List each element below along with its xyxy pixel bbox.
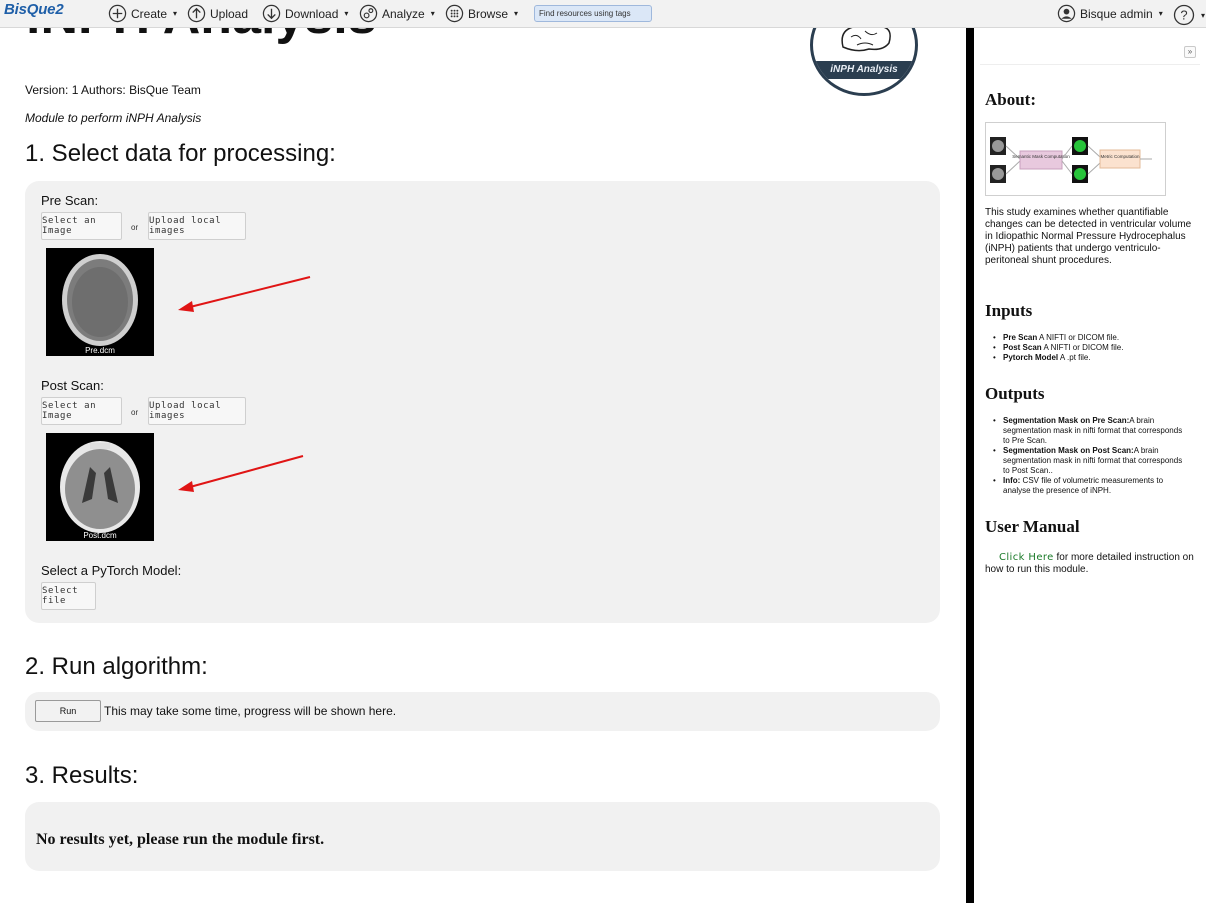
diagram-box2-label: Metric Computation <box>1100 154 1140 159</box>
output-name: Segmentation Mask on Pre Scan: <box>1003 416 1130 425</box>
input-desc: A .pt file. <box>1058 353 1091 362</box>
chevron-down-icon: ▾ <box>1201 10 1206 20</box>
user-menu[interactable]: Bisque admin ▾ <box>1057 4 1163 23</box>
help-glyph: ? <box>1180 8 1187 23</box>
module-meta: Version: 1 Authors: BisQue Team <box>25 83 201 97</box>
pre-or-label: or <box>131 223 139 232</box>
pre-scan-label: Pre Scan: <box>41 193 99 208</box>
upload-menu[interactable]: Upload <box>187 4 248 23</box>
create-menu-label: Create <box>131 6 168 21</box>
post-scan-thumbnail[interactable]: Post.dcm <box>46 433 154 541</box>
outputs-list: Segmentation Mask on Pre Scan:A brain se… <box>991 416 1191 496</box>
about-heading: About: <box>985 90 1037 109</box>
user-menu-label: Bisque admin <box>1080 6 1153 21</box>
post-scan-image <box>60 441 140 533</box>
workflow-diagram: Semantic Mask Computation Metric Computa… <box>985 122 1166 196</box>
pre-scan-arrow <box>178 276 311 312</box>
inputs-list: Pre Scan A NIFTI or DICOM file. Post Sca… <box>991 333 1191 363</box>
select-file-button[interactable]: Select file <box>41 582 96 610</box>
module-main: iNPH Analysis iNPH Analysis Version: 1 A… <box>0 0 966 903</box>
section-results-title: 3. Results: <box>25 762 139 789</box>
pytorch-model-label: Select a PyTorch Model: <box>41 563 182 578</box>
browse-menu[interactable]: Browse ▾ <box>445 4 518 23</box>
run-progress-note: This may take some time, progress will b… <box>104 704 397 718</box>
chevron-down-icon: ▾ <box>344 9 349 18</box>
plus-circle-icon <box>108 4 127 23</box>
upload-icon <box>187 4 206 23</box>
output-desc: CSV file of volumetric measurements to a… <box>1003 476 1164 495</box>
chevron-down-icon: ▾ <box>1158 9 1163 18</box>
analyze-menu-label: Analyze <box>382 6 425 21</box>
help-menu[interactable]: ? ▾ <box>1173 4 1205 26</box>
about-text: This study examines whether quantifiable… <box>985 207 1192 266</box>
download-menu[interactable]: Download ▾ <box>262 4 348 23</box>
create-menu[interactable]: Create ▾ <box>108 4 177 23</box>
logo-caption: iNPH Analysis <box>813 61 915 79</box>
user-manual-heading: User Manual <box>985 517 1080 536</box>
input-item-pytorch-model: Pytorch Model A .pt file. <box>991 353 1191 363</box>
outputs-heading: Outputs <box>985 384 1045 403</box>
diagram-box1-label: Semantic Mask Computation <box>1012 154 1070 159</box>
section-select-data-title: 1. Select data for processing: <box>25 140 336 167</box>
section-run-title: 2. Run algorithm: <box>25 653 208 680</box>
workflow-diagram-graphic: Semantic Mask Computation Metric Computa… <box>990 137 1152 183</box>
panel-divider[interactable] <box>966 28 974 903</box>
select-data-panel: Pre Scan: Select an Image or Upload loca… <box>25 181 940 623</box>
pre-select-image-button[interactable]: Select an Image <box>41 212 122 240</box>
grid-icon <box>445 4 464 23</box>
manual-link[interactable]: Click Here <box>999 552 1054 563</box>
chevron-down-icon: ▾ <box>173 9 178 18</box>
download-menu-label: Download <box>285 6 339 21</box>
no-results-message: No results yet, please run the module fi… <box>36 831 325 848</box>
output-name: Info: <box>1003 476 1021 485</box>
input-name: Pytorch Model <box>1003 353 1059 362</box>
output-name: Segmentation Mask on Post Scan: <box>1003 446 1134 455</box>
pre-scan-thumbnail[interactable]: Pre.dcm <box>46 248 154 356</box>
output-item-info: Info: CSV file of volumetric measurement… <box>991 476 1191 496</box>
top-navbar: BisQue2 Create ▾ Upload Download ▾ Analyze… <box>0 0 1206 28</box>
user-avatar-icon <box>1057 4 1076 23</box>
post-or-label: or <box>131 408 139 417</box>
chevron-down-icon: ▾ <box>430 9 435 18</box>
post-scan-label: Post Scan: <box>41 378 104 393</box>
module-description: Module to perform iNPH Analysis <box>25 111 202 125</box>
pre-scan-image <box>62 254 138 346</box>
help-icon: ? <box>1173 4 1195 26</box>
tag-search-input[interactable]: Find resources using tags <box>534 5 652 22</box>
input-item-pre-scan: Pre Scan A NIFTI or DICOM file. <box>991 333 1191 343</box>
inputs-heading: Inputs <box>985 301 1033 320</box>
download-icon <box>262 4 281 23</box>
post-select-image-button[interactable]: Select an Image <box>41 397 122 425</box>
pre-upload-local-button[interactable]: Upload local images <box>148 212 246 240</box>
input-desc: A NIFTI or DICOM file. <box>1037 333 1120 342</box>
input-name: Post Scan <box>1003 343 1042 352</box>
upload-menu-label: Upload <box>210 6 249 21</box>
pre-scan-caption: Pre.dcm <box>85 346 115 355</box>
browse-menu-label: Browse <box>468 6 509 21</box>
input-item-post-scan: Post Scan A NIFTI or DICOM file. <box>991 343 1191 353</box>
post-upload-local-button[interactable]: Upload local images <box>148 397 246 425</box>
side-separator <box>980 64 1200 65</box>
brand-logo[interactable]: BisQue2 <box>4 1 64 18</box>
output-item-post-mask: Segmentation Mask on Post Scan:A brain s… <box>991 446 1191 476</box>
input-desc: A NIFTI or DICOM file. <box>1041 343 1124 352</box>
input-name: Pre Scan <box>1003 333 1038 342</box>
post-scan-caption: Post.dcm <box>83 531 117 540</box>
chevron-down-icon: ▾ <box>514 9 519 18</box>
collapse-panel-icon[interactable]: » <box>1184 46 1196 58</box>
analyze-menu[interactable]: Analyze ▾ <box>359 4 435 23</box>
run-button[interactable]: Run <box>35 700 101 722</box>
post-scan-arrow <box>178 455 304 492</box>
user-manual-text: Click Here for more detailed instruction… <box>985 552 1199 576</box>
output-item-pre-mask: Segmentation Mask on Pre Scan:A brain se… <box>991 416 1191 446</box>
analyze-icon <box>359 4 378 23</box>
